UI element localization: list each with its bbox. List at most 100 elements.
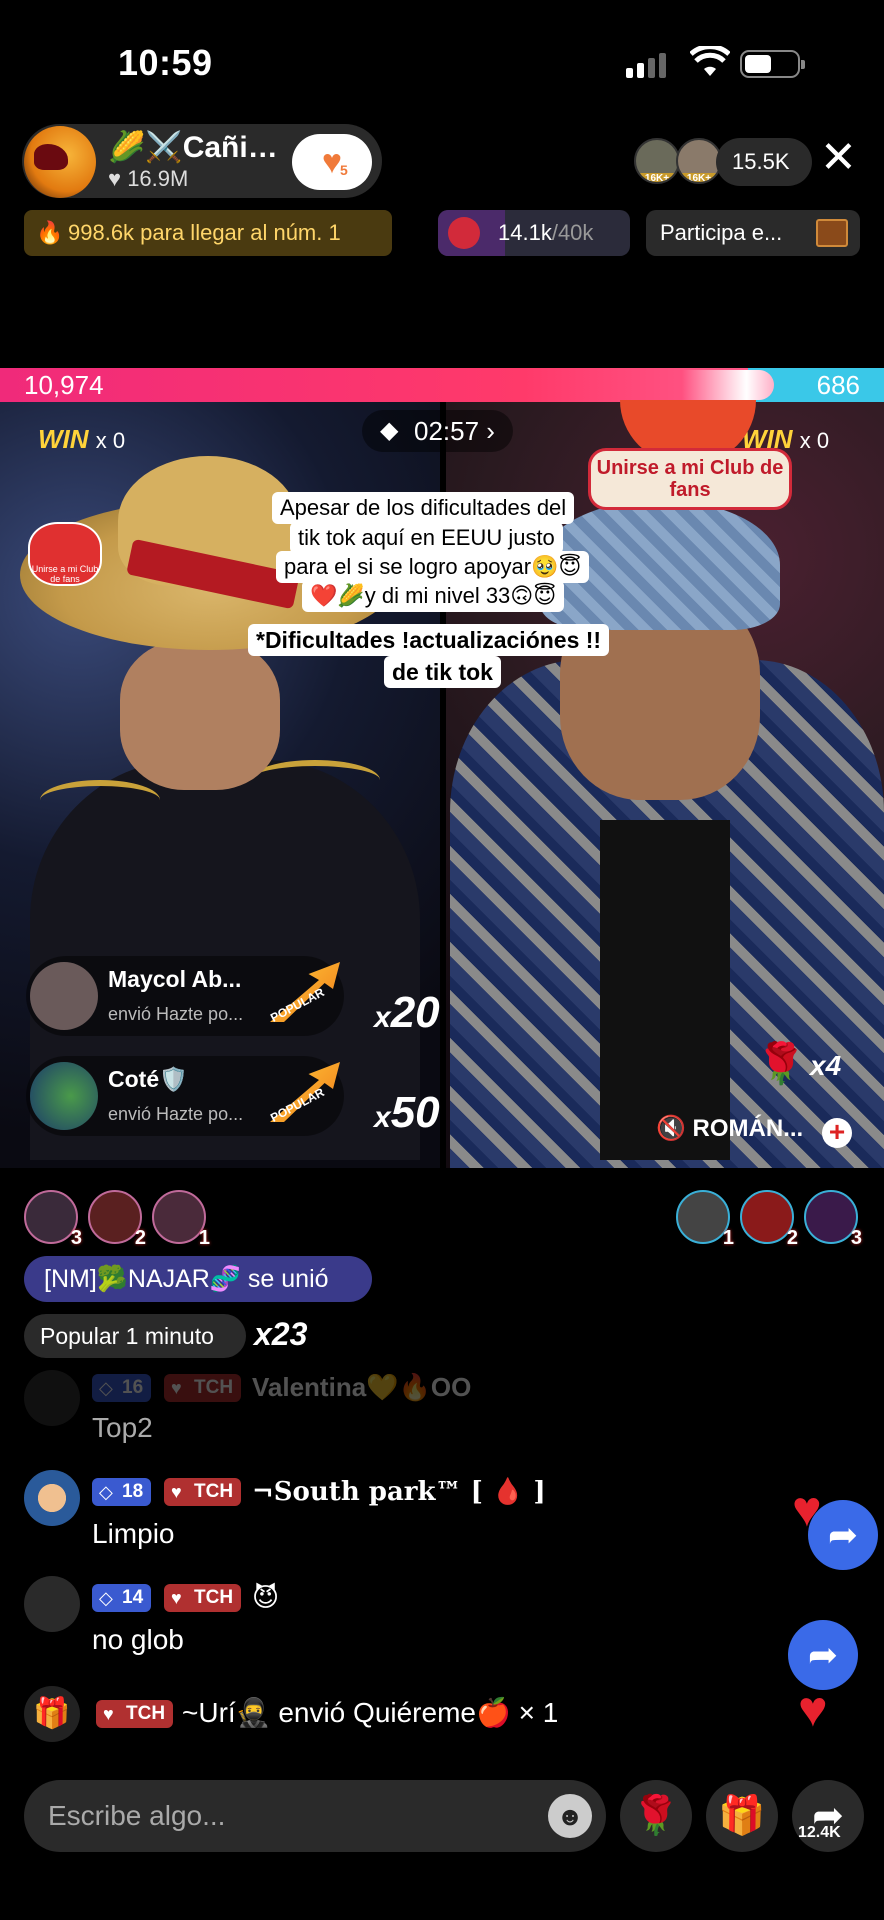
caption-line: tik tok aquí en EEUU justo xyxy=(290,522,563,554)
gifter-rank: 3 xyxy=(70,1227,82,1249)
participate-pill[interactable]: Participa e... xyxy=(646,210,860,256)
popular-chip-label: Popular xyxy=(40,1323,120,1349)
popular-multiplier: x23 xyxy=(254,1316,308,1352)
top-gifter-right-2[interactable]: 2 xyxy=(740,1190,798,1249)
gift-button[interactable]: 🎁 xyxy=(706,1780,778,1852)
rose-gift-button[interactable]: 🌹 xyxy=(620,1780,692,1852)
caption-line: Apesar de los dificultades del xyxy=(272,492,575,524)
gifter-rank: 3 xyxy=(850,1227,862,1249)
host-likes-count: 16.9M xyxy=(127,166,189,191)
follow-heart-button[interactable]: ♥ 5 xyxy=(292,134,372,190)
gift-multiplier-value: 50 xyxy=(390,1088,440,1137)
music-label[interactable]: 🔇 ROMÁN... xyxy=(656,1114,803,1143)
gift-description: envió Hazte po... xyxy=(108,1004,244,1024)
gift-multiplier: x20 xyxy=(374,988,440,1038)
comment-username[interactable]: 😈 xyxy=(252,1582,279,1613)
battery-icon xyxy=(740,50,805,78)
top-gifter-left-1[interactable]: 1 xyxy=(152,1190,210,1249)
comment-text: no glob xyxy=(92,1624,184,1655)
rose-multiplier: x4 xyxy=(810,1050,842,1081)
battle-bar-left: 10,974 xyxy=(0,368,748,402)
gift-goal-pill[interactable]: 14.1k/40k xyxy=(438,210,630,256)
gift-description: envió Hazte po... xyxy=(108,1104,244,1124)
viewer-count[interactable]: 15.5K xyxy=(716,138,812,186)
status-time: 10:59 xyxy=(118,42,213,83)
right-score: 686 xyxy=(816,370,860,400)
comment-avatar[interactable] xyxy=(24,1370,80,1426)
popular-chip[interactable]: Popular 1 minuto xyxy=(24,1314,246,1358)
rose-icon: 🌹 xyxy=(756,1042,806,1086)
comment-text: Top2 xyxy=(92,1412,153,1443)
share-button[interactable]: ➦ xyxy=(788,1620,858,1690)
comment-text: Limpio xyxy=(92,1518,175,1549)
fan-badge: TCH xyxy=(96,1700,174,1728)
close-icon[interactable]: ✕ xyxy=(820,136,857,180)
comment-avatar[interactable] xyxy=(24,1576,80,1632)
apple-gift-icon xyxy=(448,217,480,249)
comment-username[interactable]: Valentina💛🔥OO xyxy=(252,1372,471,1403)
fan-club-mini-badge[interactable]: Unirse a mi Club de fans xyxy=(28,522,102,586)
viewer-badge-1: 16K+ xyxy=(636,173,678,182)
fan-badge: TCH xyxy=(164,1584,242,1612)
user-joined-banner: [NM]🥦NAJAR🧬 se unió xyxy=(24,1256,372,1302)
gift-goal-current: 14.1k xyxy=(498,220,552,245)
host-avatar[interactable] xyxy=(24,126,96,198)
top-gifter-right-1[interactable]: 1 xyxy=(676,1190,734,1249)
left-win-value: x 0 xyxy=(95,428,126,453)
gift-sender-name: Maycol Ab... xyxy=(108,966,242,992)
left-epaulette xyxy=(40,780,160,820)
heart-icon: ♥ xyxy=(798,1681,828,1737)
host-name[interactable]: 🌽⚔️Cañi… xyxy=(108,130,278,165)
gifter-rank: 2 xyxy=(134,1227,146,1249)
add-music-button[interactable]: + xyxy=(822,1118,852,1148)
top-gifter-right-3[interactable]: 3 xyxy=(804,1190,862,1249)
share-count: 12.4K xyxy=(798,1824,841,1841)
battle-timer[interactable]: 02:57 › xyxy=(362,410,513,452)
caption-bold-line: *Dificultades !actualizaciónes !! xyxy=(248,624,610,656)
rank-goal-pill[interactable]: 🔥 998.6k para llegar al núm. 1 xyxy=(24,210,392,256)
join-fan-club-button[interactable]: Unirse a mi Club de fans xyxy=(588,448,792,510)
gifter-rank: 1 xyxy=(722,1227,734,1249)
right-win-value: x 0 xyxy=(799,428,830,453)
gift-sender-avatar[interactable] xyxy=(30,962,98,1030)
level-badge: 18 xyxy=(92,1478,152,1506)
battle-bar-divider xyxy=(682,370,774,400)
left-score: 10,974 xyxy=(24,370,104,400)
host-likes: ♥ 16.9M xyxy=(108,166,189,191)
rank-goal-text: 998.6k para llegar al núm. 1 xyxy=(68,220,341,245)
emoji-icon[interactable]: ☻ xyxy=(548,1794,592,1838)
top-gifter-left-2[interactable]: 2 xyxy=(88,1190,146,1249)
level-badge: 16 xyxy=(92,1374,152,1402)
caption-bold-line: de tik tok xyxy=(384,656,501,688)
comment-input[interactable]: Escribe algo... xyxy=(24,1780,606,1852)
left-win-count: WIN x 0 xyxy=(38,424,125,455)
viewer-avatar-1[interactable]: 16K+ xyxy=(634,138,680,184)
viewer-badge-2: 16K+ xyxy=(678,173,720,182)
level-badge: 14 xyxy=(92,1584,152,1612)
cellular-signal-icon xyxy=(626,52,666,78)
follow-count: 5 xyxy=(340,162,348,178)
gift-multiplier-x: x xyxy=(374,1101,391,1134)
popular-chip-value: 1 minuto xyxy=(125,1323,214,1349)
comment-username[interactable]: ¬South park™ [ 🩸 ] xyxy=(252,1477,546,1507)
caption-line: ❤️🌽y di mi nivel 33🙃😇 xyxy=(302,580,565,612)
gift-sender-avatar[interactable] xyxy=(30,1062,98,1130)
top-gifter-left-3[interactable]: 3 xyxy=(24,1190,82,1249)
gift-goal-target: /40k xyxy=(551,220,594,245)
gift-sender-name: Coté🛡️ xyxy=(108,1066,188,1092)
comment-avatar[interactable] xyxy=(24,1470,80,1526)
gift-multiplier-value: 20 xyxy=(390,988,440,1037)
left-person-face xyxy=(120,640,280,790)
treasure-chest-icon xyxy=(816,219,848,247)
gifter-rank: 1 xyxy=(198,1227,210,1249)
gift-multiplier-x: x xyxy=(374,1001,391,1034)
gift-icon: 🎁 xyxy=(24,1686,80,1742)
gift-multiplier: x50 xyxy=(374,1088,440,1138)
gift-goal-text: 14.1k/40k xyxy=(498,210,593,256)
gifter-rank: 2 xyxy=(786,1227,798,1249)
share-button[interactable]: ➦ xyxy=(808,1500,878,1570)
left-win-label: WIN xyxy=(38,424,89,454)
right-epaulette xyxy=(250,760,380,800)
fan-badge: TCH xyxy=(164,1478,242,1506)
participate-text: Participa e... xyxy=(660,220,783,245)
